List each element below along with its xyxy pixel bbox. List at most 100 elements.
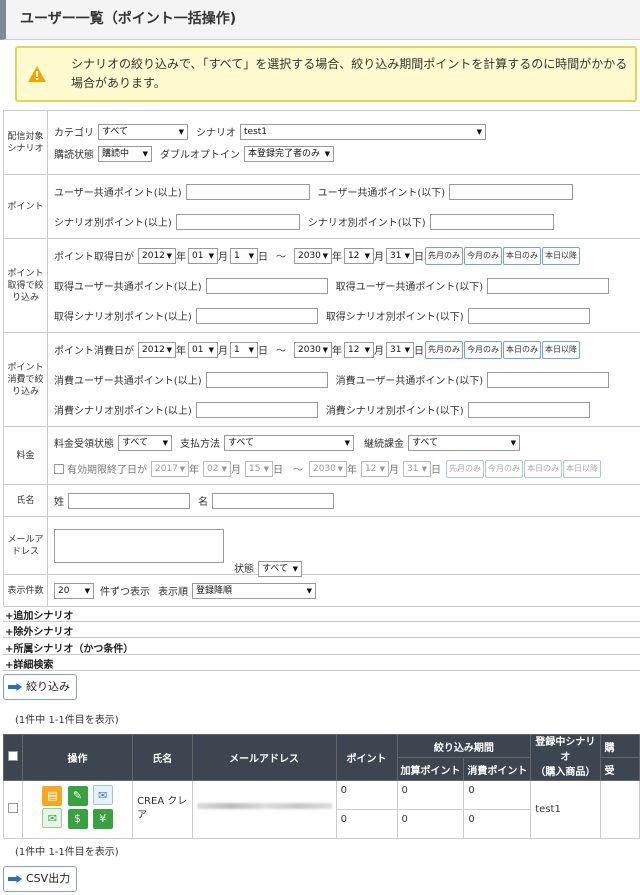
acquire-common-min-input[interactable] <box>205 277 328 294</box>
consume-from-day[interactable]: 1 <box>230 341 258 358</box>
scenario-cell: test1 <box>530 780 601 839</box>
toggle-detail-search[interactable]: +詳細検索 <box>5 656 53 671</box>
order-select[interactable]: 登録降順 <box>192 582 316 599</box>
this-month-button[interactable]: 今月のみ <box>464 340 502 359</box>
expiry-to-day[interactable]: 31 <box>403 460 431 477</box>
mail-section-label: メールアドレス <box>3 516 48 575</box>
after-today-button[interactable]: 本日以降 <box>563 459 601 478</box>
pay-method-select[interactable]: すべて <box>224 434 354 451</box>
today-button[interactable]: 本日のみ <box>503 340 541 359</box>
continuous-select[interactable]: すべて <box>408 434 520 451</box>
consume-scenario-min-input[interactable] <box>195 401 318 418</box>
scenario-header: 登録中シナリオ （購入商品） <box>530 734 601 781</box>
email-textarea[interactable] <box>54 528 224 563</box>
last-month-button[interactable]: 先月のみ <box>446 459 484 478</box>
expiry-from-day[interactable]: 15 <box>245 460 273 477</box>
after-today-button[interactable]: 本日以降 <box>542 340 580 359</box>
double-optin-select[interactable]: 本登録完了者のみ <box>244 145 334 162</box>
this-month-button[interactable]: 今月のみ <box>464 246 502 265</box>
acquire-from-month[interactable]: 01 <box>188 247 218 264</box>
added-cell-2: 0 <box>396 809 465 839</box>
expiry-from-month[interactable]: 02 <box>203 460 231 477</box>
toggle-excluded-scenario[interactable]: +除外シナリオ <box>5 623 73 638</box>
day-unit: 日 <box>414 346 424 357</box>
today-button[interactable]: 本日のみ <box>503 246 541 265</box>
month-unit: 月 <box>374 346 384 357</box>
this-month-button[interactable]: 今月のみ <box>485 459 523 478</box>
name-cell: CREA クレア <box>132 780 193 839</box>
acquire-from-day[interactable]: 1 <box>230 247 258 264</box>
added-header: 加算ポイント <box>396 757 465 781</box>
arrow-right-icon <box>8 683 22 691</box>
consume-section-label: ポイント消費で絞り込み <box>3 332 48 427</box>
scenario-select[interactable]: test1 <box>240 123 486 140</box>
today-button[interactable]: 本日のみ <box>524 459 562 478</box>
extra-header: 購 <box>599 734 640 758</box>
consume-to-year[interactable]: 2030 <box>294 341 332 358</box>
expiry-checkbox[interactable] <box>54 463 64 474</box>
toggle-belonging-scenario[interactable]: +所属シナリオ（かつ条件） <box>5 640 133 655</box>
common-max-input[interactable] <box>449 183 574 200</box>
mail-send-icon[interactable]: ✉ <box>42 808 63 828</box>
edit-icon[interactable]: ✎ <box>67 786 88 806</box>
month-unit: 月 <box>218 346 228 357</box>
expiry-from-year[interactable]: 2017 <box>151 460 189 477</box>
consume-from-month[interactable]: 01 <box>188 341 218 358</box>
row-checkbox[interactable] <box>8 803 18 813</box>
first-name-input[interactable] <box>212 492 334 509</box>
expiry-to-year[interactable]: 2030 <box>309 460 347 477</box>
continuous-label: 継続課金 <box>364 439 404 450</box>
email-cell <box>191 780 337 839</box>
common-min-input[interactable] <box>185 183 310 200</box>
last-name-input[interactable] <box>68 492 190 509</box>
scenario-min-input[interactable] <box>175 213 300 230</box>
common-max-label: ユーザー共通ポイント(以下) <box>317 188 446 199</box>
acquire-common-max-input[interactable] <box>487 277 610 294</box>
day-unit: 日 <box>258 346 268 357</box>
user-card-icon[interactable]: ▤ <box>42 786 63 806</box>
scenario-max-input[interactable] <box>429 213 554 230</box>
fee-status-select[interactable]: すべて <box>118 434 172 451</box>
display-count-select[interactable]: 20 <box>54 582 94 599</box>
day-unit: 日 <box>414 252 424 263</box>
acquire-scenario-max-input[interactable] <box>467 307 590 324</box>
acquire-scenario-min-label: 取得シナリオ別ポイント(以上) <box>54 312 192 323</box>
acquire-to-month[interactable]: 12 <box>344 247 374 264</box>
point-section-label: ポイント <box>3 174 48 239</box>
consume-common-min-input[interactable] <box>205 371 328 388</box>
scenario-header-sub: （購入商品） <box>535 767 596 778</box>
select-all-header <box>3 734 23 781</box>
csv-export-button[interactable]: CSV出力 <box>3 866 78 892</box>
filter-form: 配信対象シナリオ カテゴリ すべて シナリオ test1 購読状態 購読中 ダブ… <box>3 110 640 607</box>
day-unit: 日 <box>273 465 283 476</box>
consume-from-year[interactable]: 2012 <box>138 341 176 358</box>
acquire-to-year[interactable]: 2030 <box>294 247 332 264</box>
yen-icon[interactable]: ¥ <box>92 809 113 829</box>
acquire-to-day[interactable]: 31 <box>386 247 414 264</box>
last-month-button[interactable]: 先月のみ <box>425 246 463 265</box>
month-unit: 月 <box>218 252 228 263</box>
table-row: ▤ ✎ ✉ ✉ $ ¥ CREA クレア 0 0 0 test1 <box>3 780 640 839</box>
after-today-button[interactable]: 本日以降 <box>542 246 580 265</box>
action-icons-cell: ▤ ✎ ✉ ✉ $ ¥ <box>21 780 134 839</box>
subscribe-select[interactable]: 購読中 <box>98 145 152 162</box>
expiry-to-month[interactable]: 12 <box>361 460 389 477</box>
consume-to-month[interactable]: 12 <box>344 341 374 358</box>
select-all-checkbox[interactable] <box>8 751 18 761</box>
consumed-header: 消費ポイント <box>463 757 532 781</box>
csv-button-label: CSV出力 <box>26 872 71 885</box>
mail-icon[interactable]: ✉ <box>92 785 113 805</box>
divider <box>3 637 640 638</box>
toggle-additional-scenario[interactable]: +追加シナリオ <box>5 607 73 622</box>
acquire-from-year[interactable]: 2012 <box>138 247 176 264</box>
consume-common-max-input[interactable] <box>487 371 610 388</box>
dollar-icon[interactable]: $ <box>67 809 88 829</box>
month-unit: 月 <box>389 465 399 476</box>
consume-to-day[interactable]: 31 <box>386 341 414 358</box>
last-month-button[interactable]: 先月のみ <box>425 340 463 359</box>
mail-status-select[interactable]: すべて <box>258 560 302 577</box>
filter-button[interactable]: 絞り込み <box>3 674 77 700</box>
consume-scenario-max-input[interactable] <box>467 401 590 418</box>
category-select[interactable]: すべて <box>98 123 188 140</box>
acquire-scenario-min-input[interactable] <box>195 307 318 324</box>
